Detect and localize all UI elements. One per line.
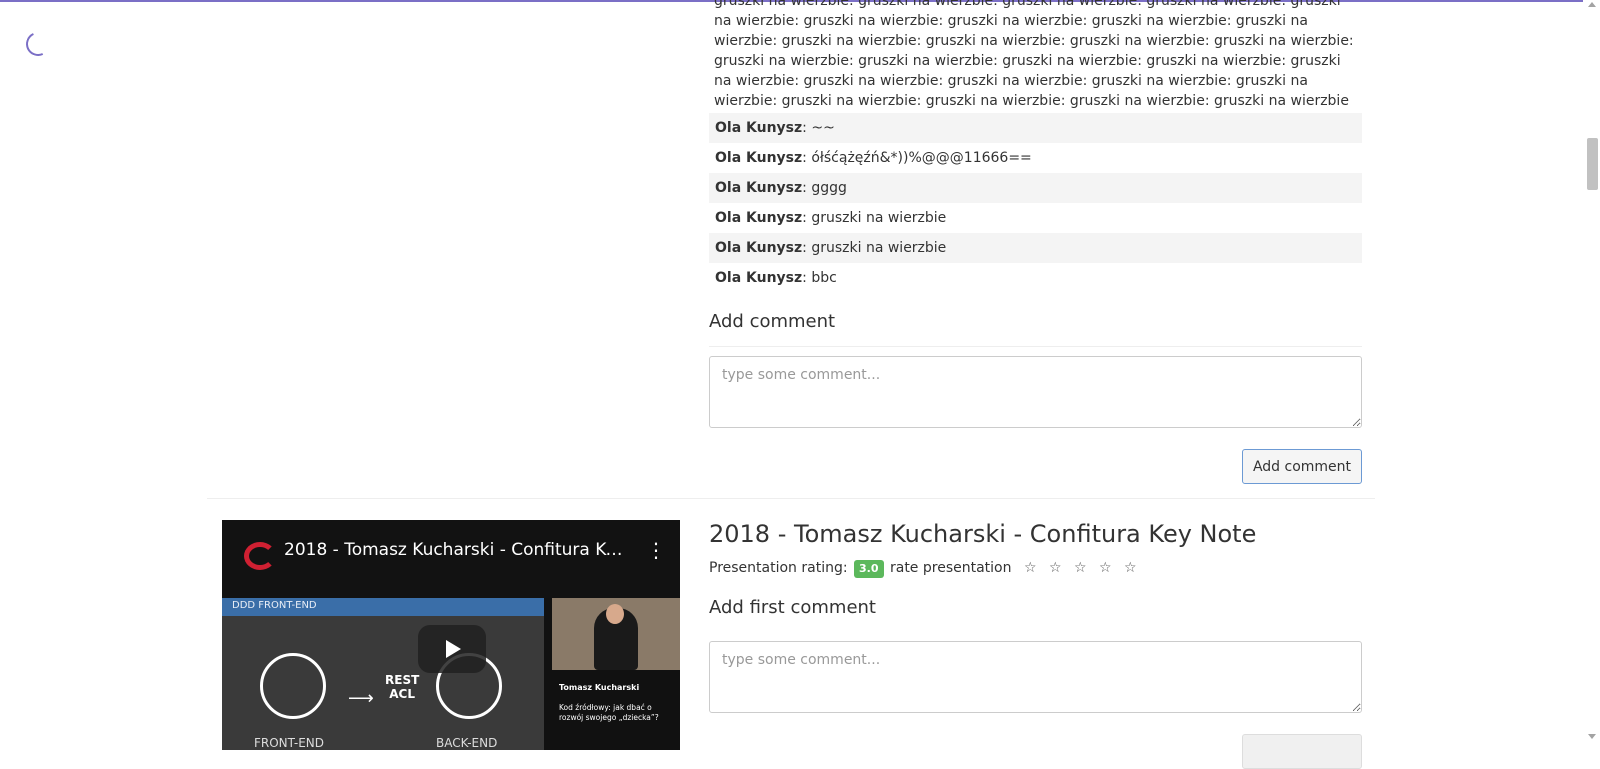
presentation-title: 2018 - Tomasz Kucharski - Confitura Key …	[709, 520, 1257, 548]
divider	[709, 346, 1362, 347]
rating-row: Presentation rating: 3.0 rate presentati…	[709, 558, 1137, 578]
scrollbar-thumb[interactable]	[1587, 138, 1598, 190]
long-comment-text: gruszki na wierzbie: gruszki na wierzbie…	[714, 0, 1354, 109]
star-2-icon[interactable]: ☆	[1049, 558, 1062, 578]
star-1-icon[interactable]: ☆	[1024, 558, 1037, 578]
comment-author: Ola Kunysz	[715, 270, 803, 286]
comment-author: Ola Kunysz	[715, 180, 803, 196]
comment-text: gruszki na wierzbie	[811, 210, 947, 226]
comment-text: gggg	[811, 180, 847, 196]
comment-item: Ola Kunysz: gruszki na wierzbie	[709, 233, 1362, 263]
comment-item: Ola Kunysz: bbc	[715, 270, 837, 286]
video-title[interactable]: 2018 - Tomasz Kucharski - Confitura Key …	[284, 540, 624, 560]
confitura-logo-icon	[244, 542, 276, 570]
comment-list: Ola Kunysz: ~~ Ola Kunysz: ółśćążęźń&*))…	[709, 113, 1362, 293]
comment-author: Ola Kunysz	[715, 210, 803, 226]
slide-band-label: DDD FRONT-END	[232, 600, 317, 611]
comment-item: Ola Kunysz: gggg	[709, 173, 1362, 203]
video-player[interactable]: 2018 - Tomasz Kucharski - Confitura Key …	[222, 520, 680, 750]
rating-badge: 3.0	[854, 560, 884, 578]
speaker-head	[606, 604, 624, 624]
comment-text: ~~	[811, 120, 835, 136]
scroll-down-arrow-icon[interactable]	[1588, 734, 1596, 739]
comment-author: Ola Kunysz	[715, 120, 803, 136]
loading-spinner-icon	[22, 28, 54, 60]
rest-acl-label: REST ACL	[385, 673, 420, 701]
star-3-icon[interactable]: ☆	[1074, 558, 1087, 578]
add-first-comment-button[interactable]	[1242, 734, 1362, 769]
arrow-right-icon: ⟶	[348, 688, 374, 709]
play-icon[interactable]	[418, 625, 486, 673]
comment-item: Ola Kunysz: ółśćążęźń&*))%@@@11666==	[715, 150, 1032, 166]
frontend-hexagon-icon	[260, 653, 326, 719]
comment-author: Ola Kunysz	[715, 150, 803, 166]
frontend-label: FRONT-END	[254, 736, 325, 750]
first-comment-input[interactable]	[709, 641, 1362, 713]
backend-label: BACK-END	[436, 736, 498, 750]
comment-item: Ola Kunysz: gruszki na wierzbie	[715, 210, 947, 226]
speaker-caption: Kod źródłowy: jak dbać o rozwój swojego …	[559, 703, 659, 722]
comment-text: gruszki na wierzbie	[811, 240, 947, 256]
comment-input[interactable]	[709, 356, 1362, 428]
comment-text: bbc	[811, 270, 837, 286]
speaker-name: Tomasz Kucharski	[559, 683, 640, 692]
star-4-icon[interactable]: ☆	[1099, 558, 1112, 578]
add-comment-heading: Add comment	[709, 311, 836, 332]
scroll-up-arrow-icon[interactable]	[1588, 2, 1596, 7]
rate-presentation-label: rate presentation	[889, 560, 1012, 576]
add-comment-button[interactable]: Add comment	[1242, 449, 1362, 484]
comment-item: Ola Kunysz: ~~	[709, 113, 1362, 143]
comment-author: Ola Kunysz	[715, 240, 803, 256]
slide-band: DDD FRONT-END	[222, 598, 544, 616]
page-scrollbar[interactable]	[1583, 0, 1600, 745]
comment-text: ółśćążęźń&*))%@@@11666==	[811, 150, 1032, 166]
rating-label: Presentation rating:	[709, 560, 848, 576]
section-divider	[207, 498, 1375, 499]
video-menu-icon[interactable]: ⋮	[646, 540, 666, 560]
add-first-comment-heading: Add first comment	[709, 597, 876, 618]
star-5-icon[interactable]: ☆	[1124, 558, 1137, 578]
